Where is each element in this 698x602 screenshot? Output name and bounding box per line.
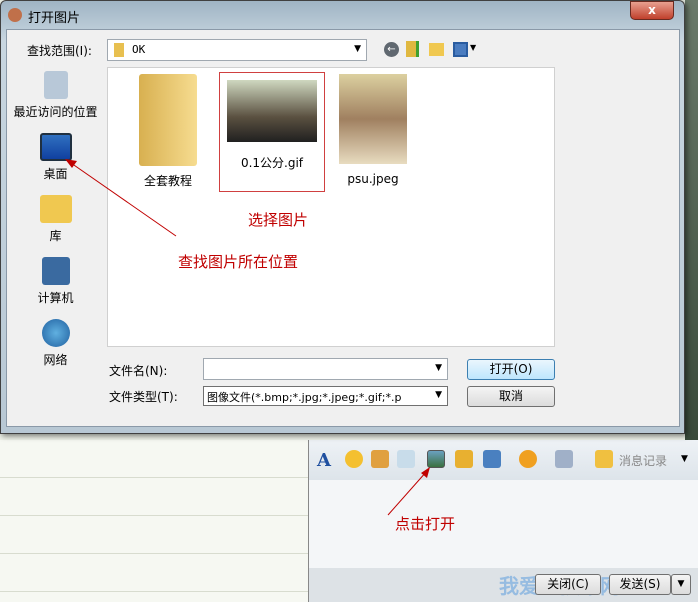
look-in-value: OK: [132, 43, 146, 56]
cancel-button[interactable]: 取消: [467, 386, 555, 407]
view-menu-icon[interactable]: [453, 42, 468, 57]
history-icon[interactable]: [595, 450, 613, 468]
new-folder-icon[interactable]: [429, 43, 444, 56]
send-options-button[interactable]: ▼: [671, 574, 691, 595]
background-window: [685, 0, 698, 440]
emoji-icon[interactable]: [345, 450, 363, 468]
open-image-dialog: 打开图片 x 查找范围(I): OK ▼ ← ▼ 最近访问的位置 桌面 库 计算…: [0, 0, 685, 434]
chat-window: A 消息记录 ▼ 我爱IT技术网 关闭(C) 发送(S) ▼: [308, 440, 698, 602]
place-label: 计算机: [37, 291, 74, 305]
filename-input[interactable]: ▼: [203, 358, 448, 380]
chevron-down-icon[interactable]: ▼: [681, 454, 688, 464]
dialog-title: 打开图片: [28, 11, 81, 26]
folder-icon: [114, 43, 124, 57]
font-icon[interactable]: A: [317, 450, 335, 471]
filetype-label: 文件类型(T):: [109, 390, 178, 404]
places-bar: 最近访问的位置 桌面 库 计算机 网络: [9, 67, 102, 427]
computer-icon: [41, 257, 70, 285]
network-icon: [41, 319, 70, 347]
send-button[interactable]: 发送(S): [609, 574, 671, 595]
annotation-select-image: 选择图片: [248, 211, 309, 229]
chat-toolbar: A 消息记录 ▼: [309, 440, 698, 480]
block-icon[interactable]: [555, 450, 573, 468]
file-name: psu.jpeg: [347, 172, 399, 186]
chevron-down-icon: ▼: [435, 390, 442, 400]
file-item-gif[interactable]: 0.1公分.gif: [219, 72, 325, 192]
file-name: 0.1公分.gif: [240, 156, 304, 170]
place-recent[interactable]: 最近访问的位置: [9, 71, 102, 120]
file-item-jpeg[interactable]: psu.jpeg: [336, 74, 410, 186]
up-folder-icon[interactable]: [406, 41, 419, 57]
annotation-arrow: [65, 159, 177, 237]
chevron-down-icon: ▼: [354, 44, 361, 54]
open-button[interactable]: 打开(O): [467, 359, 555, 380]
close-chat-button[interactable]: 关闭(C): [535, 574, 601, 595]
image-thumbnail: [227, 80, 317, 142]
close-button[interactable]: x: [630, 1, 674, 20]
place-network[interactable]: 网络: [9, 319, 102, 368]
place-label: 库: [49, 229, 62, 243]
place-label: 网络: [43, 353, 68, 367]
screen-share-icon[interactable]: [483, 450, 501, 468]
place-computer[interactable]: 计算机: [9, 257, 102, 306]
chevron-down-icon[interactable]: ▼: [470, 43, 476, 52]
recent-places-icon: [43, 71, 68, 99]
background-list: [0, 440, 308, 602]
place-label: 最近访问的位置: [13, 105, 98, 119]
annotation-find-location: 查找图片所在位置: [178, 253, 299, 271]
look-in-combo[interactable]: OK ▼: [107, 39, 367, 61]
image-thumbnail: [339, 74, 407, 164]
sogou-icon[interactable]: [519, 450, 537, 468]
filename-label: 文件名(N):: [109, 364, 168, 378]
filetype-value: 图像文件(*.bmp;*.jpg;*.jpeg;*.gif;*.p: [207, 391, 402, 404]
back-icon[interactable]: ←: [384, 42, 399, 57]
chevron-down-icon: ▼: [435, 363, 442, 373]
shake-icon[interactable]: [455, 450, 473, 468]
look-in-label: 查找范围(I):: [27, 44, 92, 58]
filetype-select[interactable]: 图像文件(*.bmp;*.jpg;*.jpeg;*.gif;*.p ▼: [203, 386, 448, 406]
app-icon: [8, 8, 22, 22]
message-history[interactable]: 消息记录: [619, 452, 667, 469]
annotation-arrow: [387, 467, 430, 516]
